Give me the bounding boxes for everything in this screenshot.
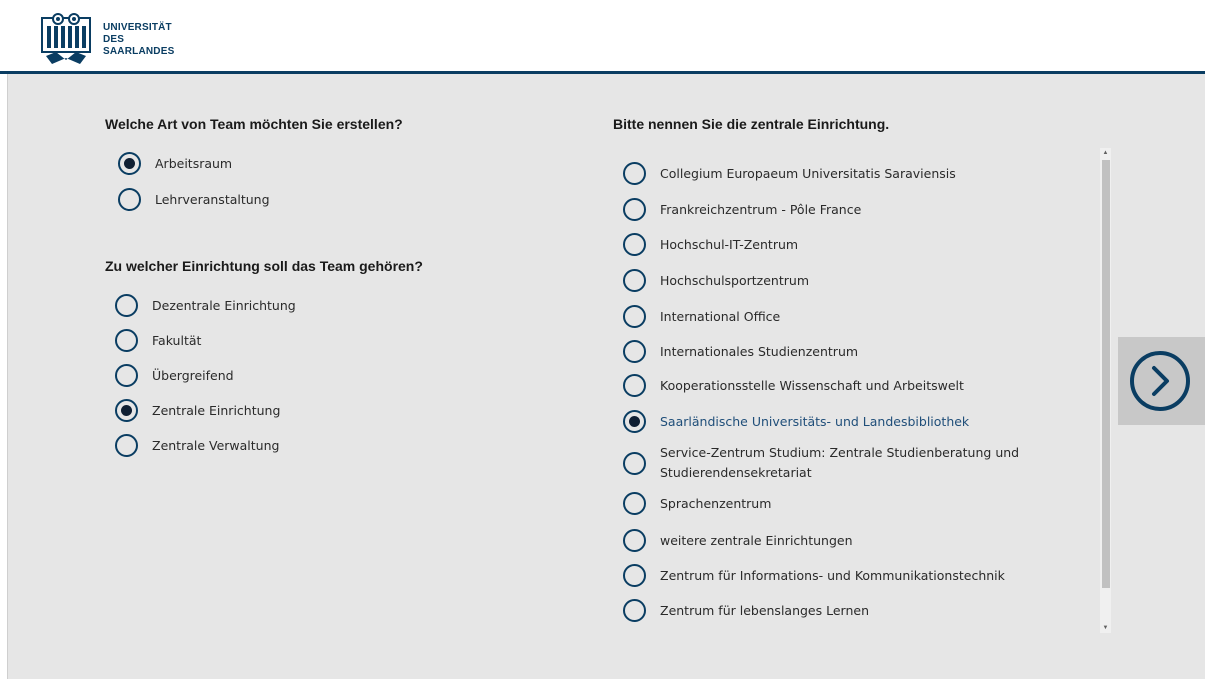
radio-button[interactable] — [115, 434, 138, 457]
header: UNIVERSITÄT DES SAARLANDES — [0, 0, 1205, 74]
radio-button[interactable] — [623, 340, 646, 363]
option-universitaets-landesbibliothek[interactable]: Saarländische Universitäts- und Landesbi… — [623, 410, 969, 433]
option-internationales-studienzentrum[interactable]: Internationales Studienzentrum — [623, 340, 858, 363]
radio-button[interactable] — [623, 451, 646, 475]
radio-button[interactable] — [115, 364, 138, 387]
next-button[interactable] — [1130, 351, 1190, 411]
radio-button[interactable] — [623, 305, 646, 328]
scroll-up-arrow-icon[interactable]: ▲ — [1100, 148, 1111, 158]
option-label: Übergreifend — [152, 368, 234, 383]
logo-line-1: UNIVERSITÄT — [103, 22, 172, 33]
option-weitere-zentrale-einrichtungen[interactable]: weitere zentrale Einrichtungen — [623, 529, 853, 552]
radio-button[interactable] — [623, 162, 646, 185]
option-dezentrale-einrichtung[interactable]: Dezentrale Einrichtung — [115, 294, 296, 317]
option-zentrale-verwaltung[interactable]: Zentrale Verwaltung — [115, 434, 279, 457]
option-hochschul-it-zentrum[interactable]: Hochschul-IT-Zentrum — [623, 233, 798, 256]
option-label: weitere zentrale Einrichtungen — [660, 533, 853, 548]
option-fakultaet[interactable]: Fakultät — [115, 329, 201, 352]
radio-button[interactable] — [623, 410, 646, 433]
scroll-down-arrow-icon[interactable]: ▼ — [1100, 623, 1111, 633]
option-label: Hochschulsportzentrum — [660, 273, 809, 288]
institution-type-heading: Zu welcher Einrichtung soll das Team geh… — [105, 258, 423, 274]
option-zentrale-einrichtung[interactable]: Zentrale Einrichtung — [115, 399, 280, 422]
option-sprachenzentrum[interactable]: Sprachenzentrum — [623, 492, 771, 515]
option-label: Lehrveranstaltung — [155, 192, 270, 207]
central-institution-heading: Bitte nennen Sie die zentrale Einrichtun… — [613, 116, 890, 132]
option-frankreichzentrum[interactable]: Frankreichzentrum - Pôle France — [623, 198, 861, 221]
option-label: Hochschul-IT-Zentrum — [660, 237, 799, 252]
university-seal-icon — [41, 13, 91, 64]
window-edge — [0, 0, 8, 679]
list-scrollbar[interactable]: ▲ ▼ — [1100, 148, 1111, 633]
option-service-zentrum-studium[interactable]: Service-Zentrum Studium: Zentrale Studie… — [623, 443, 1080, 483]
option-collegium-europaeum[interactable]: Collegium Europaeum Universitatis Saravi… — [623, 162, 956, 185]
radio-button[interactable] — [115, 294, 138, 317]
option-arbeitsraum[interactable]: Arbeitsraum — [118, 152, 232, 175]
radio-button[interactable] — [623, 374, 646, 397]
logo-line-3: SAARLANDES — [103, 46, 175, 57]
option-label: Zentrale Einrichtung — [152, 403, 281, 418]
option-lehrveranstaltung[interactable]: Lehrveranstaltung — [118, 188, 270, 211]
option-label: Service-Zentrum Studium: Zentrale Studie… — [660, 445, 1020, 480]
radio-button[interactable] — [118, 188, 141, 211]
chevron-right-icon — [1152, 366, 1169, 396]
scroll-thumb[interactable] — [1102, 160, 1110, 588]
option-hochschulsportzentrum[interactable]: Hochschulsportzentrum — [623, 269, 809, 292]
team-type-heading: Welche Art von Team möchten Sie erstelle… — [105, 116, 403, 132]
option-label: Arbeitsraum — [155, 156, 233, 171]
option-label: Kooperationsstelle Wissenschaft und Arbe… — [660, 378, 964, 393]
option-label: Sprachenzentrum — [660, 496, 772, 511]
option-uebergreifend[interactable]: Übergreifend — [115, 364, 234, 387]
option-label: Fakultät — [152, 333, 202, 348]
radio-button[interactable] — [118, 152, 141, 175]
option-label: Internationales Studienzentrum — [660, 344, 859, 359]
option-label: Zentrum für Informations- und Kommunikat… — [660, 568, 1005, 583]
option-label: Collegium Europaeum Universitatis Saravi… — [660, 166, 956, 181]
option-label: International Office — [660, 309, 781, 324]
logo-wordmark: UNIVERSITÄT DES SAARLANDES — [103, 22, 174, 58]
option-label: Zentrale Verwaltung — [152, 438, 280, 453]
option-label: Frankreichzentrum - Pôle France — [660, 202, 862, 217]
radio-button[interactable] — [623, 599, 646, 622]
option-label: Saarländische Universitäts- und Landesbi… — [660, 414, 970, 429]
radio-button[interactable] — [623, 492, 646, 515]
option-kooperationsstelle[interactable]: Kooperationsstelle Wissenschaft und Arbe… — [623, 374, 964, 397]
option-international-office[interactable]: International Office — [623, 305, 780, 328]
radio-button[interactable] — [623, 269, 646, 292]
radio-button[interactable] — [623, 564, 646, 587]
option-zentrum-ikt[interactable]: Zentrum für Informations- und Kommunikat… — [623, 564, 1005, 587]
option-label: Zentrum für lebenslanges Lernen — [660, 603, 870, 618]
radio-button[interactable] — [623, 198, 646, 221]
next-panel — [1118, 337, 1205, 425]
option-zentrum-lebenslanges-lernen[interactable]: Zentrum für lebenslanges Lernen — [623, 599, 869, 622]
option-label: Dezentrale Einrichtung — [152, 298, 296, 313]
university-logo: UNIVERSITÄT DES SAARLANDES — [40, 10, 190, 66]
logo-line-2: DES — [103, 34, 125, 45]
radio-button[interactable] — [115, 329, 138, 352]
radio-button[interactable] — [623, 233, 646, 256]
radio-button[interactable] — [623, 529, 646, 552]
radio-button[interactable] — [115, 399, 138, 422]
